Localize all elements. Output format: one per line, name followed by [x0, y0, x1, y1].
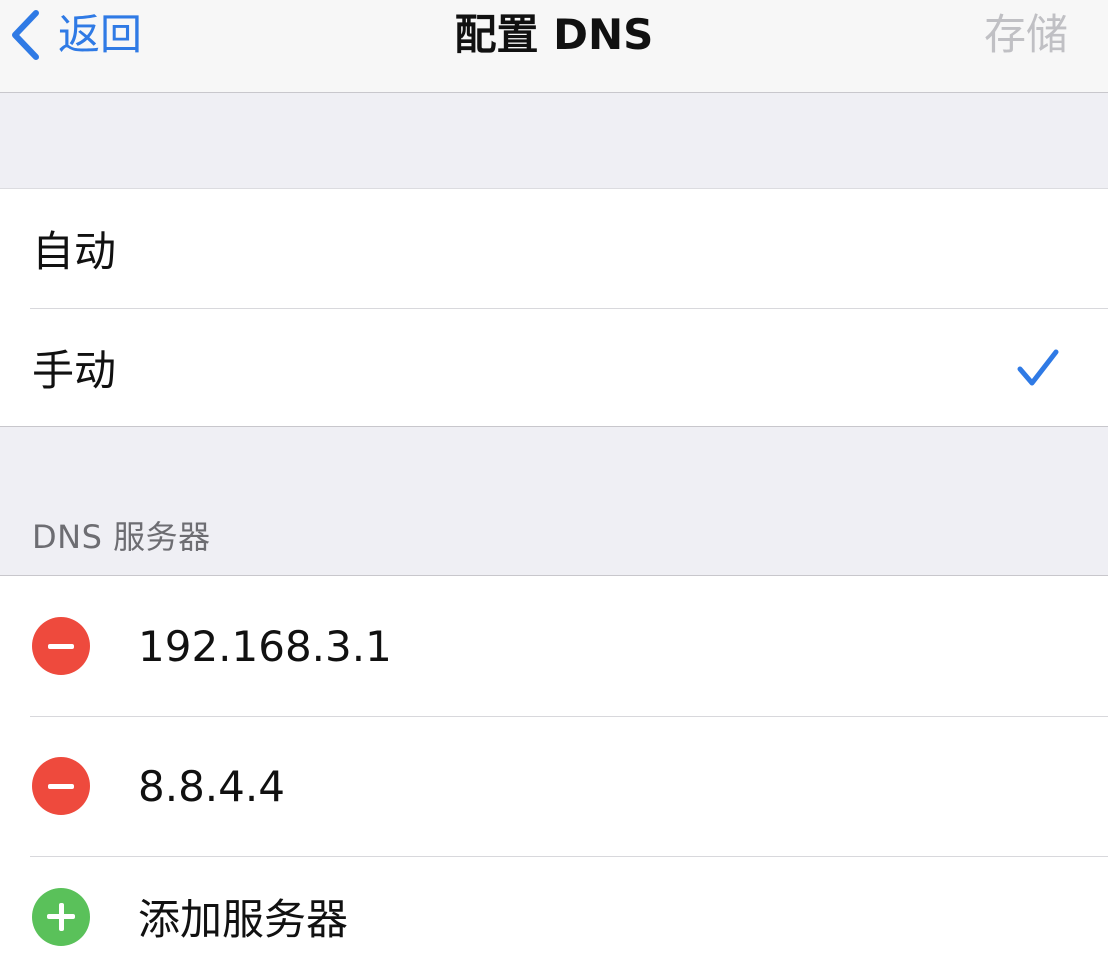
option-manual-label: 手动: [32, 346, 117, 395]
page-title: 配置 DNS: [454, 10, 654, 59]
dns-servers-header: DNS 服务器: [32, 518, 211, 556]
checkmark-icon: [1017, 349, 1059, 386]
dns-servers-group: 192.168.3.1 8.8.4.4 添加服务器: [0, 575, 1108, 976]
option-automatic-label: 自动: [32, 227, 117, 276]
configure-dns-screen: 返回 配置 DNS 存储 自动 手动 DNS 服务器 192.168.3.1 8…: [0, 0, 1108, 976]
plus-icon: [47, 902, 75, 931]
add-server-label: 添加服务器: [138, 895, 349, 944]
dns-server-value[interactable]: 8.8.4.4: [138, 762, 285, 811]
minus-icon: [48, 643, 74, 649]
add-server-row[interactable]: 添加服务器: [0, 856, 1108, 976]
navigation-bar: 返回 配置 DNS 存储: [0, 0, 1108, 93]
dns-server-row: 192.168.3.1: [0, 576, 1108, 716]
option-manual[interactable]: 手动: [0, 308, 1108, 427]
dns-server-value[interactable]: 192.168.3.1: [138, 622, 392, 671]
delete-server-button[interactable]: [32, 757, 90, 815]
dns-mode-group: 自动 手动: [0, 188, 1108, 427]
minus-icon: [48, 783, 74, 789]
save-button[interactable]: 存储: [984, 6, 1068, 64]
delete-server-button[interactable]: [32, 617, 90, 675]
option-automatic[interactable]: 自动: [0, 189, 1108, 308]
dns-server-row: 8.8.4.4: [0, 716, 1108, 856]
add-server-button[interactable]: [32, 887, 90, 946]
